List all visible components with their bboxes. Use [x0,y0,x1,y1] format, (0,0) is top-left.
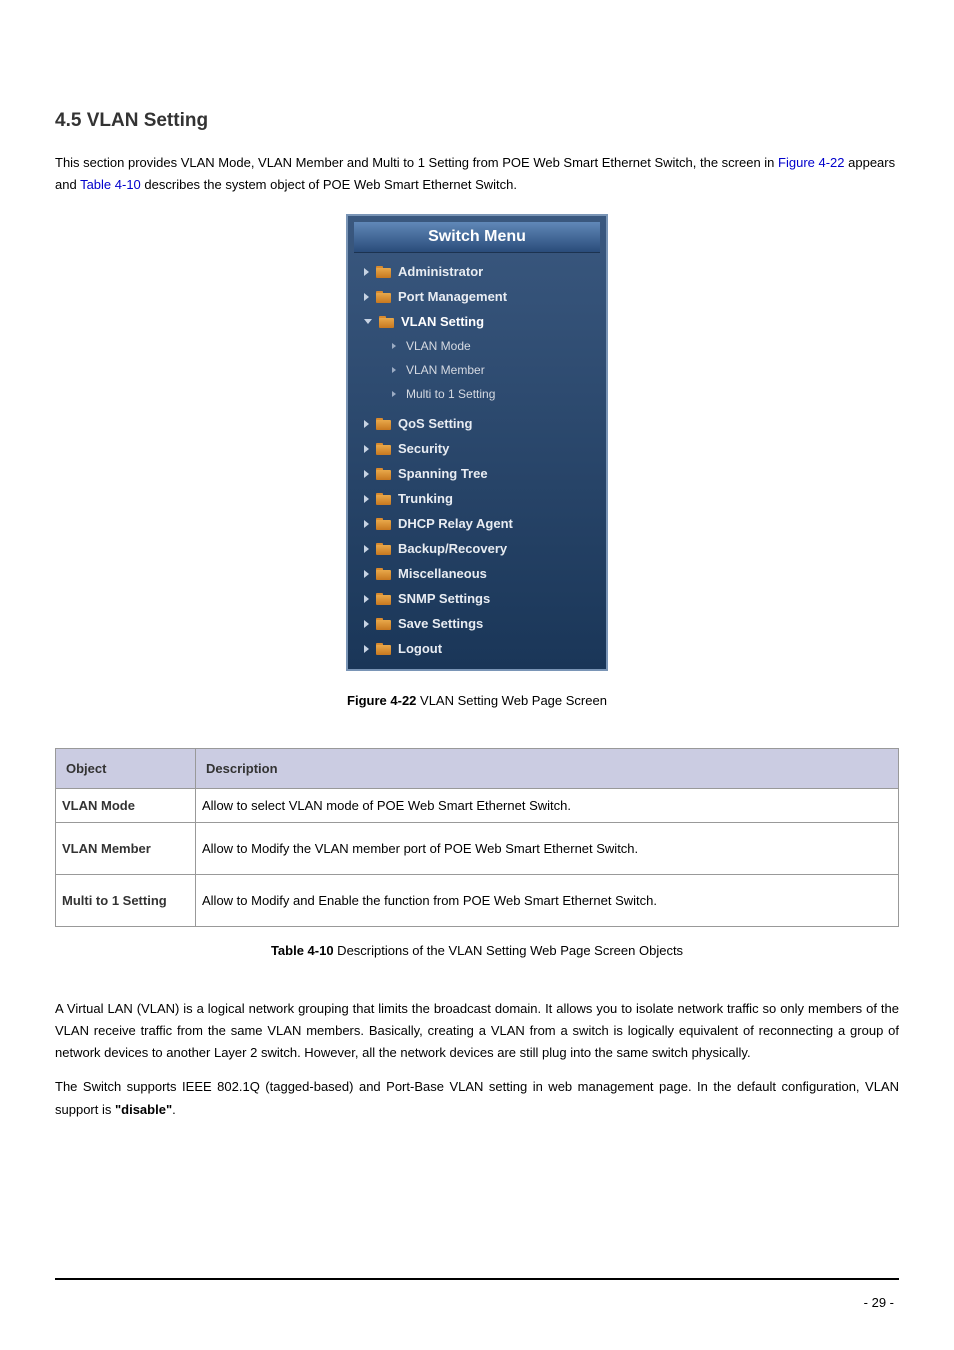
folder-icon [376,518,391,530]
table-row: VLAN Mode Allow to select VLAN mode of P… [56,789,899,823]
menu-item-logout[interactable]: Logout [354,636,600,661]
intro-text-3: describes the system object of POE Web S… [141,177,517,192]
submenu-item-label: VLAN Mode [406,339,471,353]
chevron-right-icon [364,545,369,553]
table-cell-object: Multi to 1 Setting [56,875,196,927]
page-footer-rule [55,1278,899,1280]
menu-item-label: Port Management [398,289,507,304]
table-caption-bold: Table 4-10 [271,943,334,958]
folder-icon [376,266,391,278]
folder-icon [376,291,391,303]
folder-icon [376,418,391,430]
menu-item-label: VLAN Setting [401,314,484,329]
para2-bold: "disable" [115,1102,172,1117]
menu-item-security[interactable]: Security [354,436,600,461]
folder-icon [376,593,391,605]
menu-item-label: Administrator [398,264,483,279]
description-table: Object Description VLAN Mode Allow to se… [55,748,899,927]
chevron-down-icon [364,319,372,324]
figure-caption-bold: Figure 4-22 [347,693,416,708]
figure-ref-link[interactable]: Figure 4-22 [778,155,844,170]
chevron-right-icon [364,570,369,578]
section-heading: 4.5 VLAN Setting [55,110,899,132]
submenu-item-label: Multi to 1 Setting [406,387,495,401]
chevron-right-icon [392,391,396,397]
chevron-right-icon [364,293,369,301]
menu-item-label: Security [398,441,449,456]
menu-item-label: Save Settings [398,616,483,631]
chevron-right-icon [392,343,396,349]
menu-item-port-management[interactable]: Port Management [354,284,600,309]
chevron-right-icon [364,520,369,528]
table-cell-description: Allow to Modify and Enable the function … [196,875,899,927]
menu-item-vlan-setting[interactable]: VLAN Setting [354,309,600,334]
table-caption: Table 4-10 Descriptions of the VLAN Sett… [55,943,899,958]
table-cell-description: Allow to Modify the VLAN member port of … [196,823,899,875]
chevron-right-icon [364,470,369,478]
table-ref-link[interactable]: Table 4-10 [80,177,141,192]
menu-item-label: Spanning Tree [398,466,488,481]
chevron-right-icon [364,495,369,503]
table-cell-object: VLAN Mode [56,789,196,823]
menu-item-qos-setting[interactable]: QoS Setting [354,411,600,436]
folder-icon [376,618,391,630]
vlan-support-paragraph: The Switch supports IEEE 802.1Q (tagged-… [55,1076,899,1120]
table-row: Multi to 1 Setting Allow to Modify and E… [56,875,899,927]
submenu-item-label: VLAN Member [406,363,485,377]
menu-item-spanning-tree[interactable]: Spanning Tree [354,461,600,486]
folder-icon [376,543,391,555]
chevron-right-icon [364,445,369,453]
chevron-right-icon [364,420,369,428]
menu-item-label: Trunking [398,491,453,506]
vlan-description-paragraph: A Virtual LAN (VLAN) is a logical networ… [55,998,899,1064]
table-header-description: Description [196,749,899,789]
menu-item-administrator[interactable]: Administrator [354,259,600,284]
folder-icon [376,493,391,505]
page-number: - 29 - [864,1295,894,1310]
chevron-right-icon [392,367,396,373]
table-row: VLAN Member Allow to Modify the VLAN mem… [56,823,899,875]
menu-item-dhcp-relay-agent[interactable]: DHCP Relay Agent [354,511,600,536]
intro-paragraph: This section provides VLAN Mode, VLAN Me… [55,152,899,196]
table-cell-object: VLAN Member [56,823,196,875]
chevron-right-icon [364,620,369,628]
folder-icon [376,468,391,480]
menu-item-label: QoS Setting [398,416,472,431]
menu-item-backup-recovery[interactable]: Backup/Recovery [354,536,600,561]
table-caption-rest: Descriptions of the VLAN Setting Web Pag… [334,943,684,958]
menu-item-snmp-settings[interactable]: SNMP Settings [354,586,600,611]
menu-item-label: Miscellaneous [398,566,487,581]
menu-item-miscellaneous[interactable]: Miscellaneous [354,561,600,586]
folder-icon [376,443,391,455]
para2-part1: The Switch supports IEEE 802.1Q (tagged-… [55,1079,899,1116]
folder-icon [376,568,391,580]
folder-icon [376,643,391,655]
menu-item-save-settings[interactable]: Save Settings [354,611,600,636]
menu-item-trunking[interactable]: Trunking [354,486,600,511]
para2-part2: . [172,1102,176,1117]
folder-icon [379,316,394,328]
menu-list: Administrator Port Management VLAN Setti… [348,255,606,661]
submenu-list: VLAN Mode VLAN Member Multi to 1 Setting [354,334,600,411]
submenu-item-multi-to-1[interactable]: Multi to 1 Setting [354,382,600,406]
menu-item-label: SNMP Settings [398,591,490,606]
chevron-right-icon [364,268,369,276]
figure-caption-rest: VLAN Setting Web Page Screen [416,693,607,708]
table-header-object: Object [56,749,196,789]
menu-item-label: DHCP Relay Agent [398,516,513,531]
menu-item-label: Backup/Recovery [398,541,507,556]
table-cell-description: Allow to select VLAN mode of POE Web Sma… [196,789,899,823]
chevron-right-icon [364,595,369,603]
menu-header: Switch Menu [354,222,600,253]
menu-item-label: Logout [398,641,442,656]
intro-text-1: This section provides VLAN Mode, VLAN Me… [55,155,778,170]
figure-caption: Figure 4-22 VLAN Setting Web Page Screen [55,693,899,708]
switch-menu-panel: Switch Menu Administrator Port Managemen… [346,214,608,671]
menu-header-label: Switch Menu [428,228,526,245]
submenu-item-vlan-member[interactable]: VLAN Member [354,358,600,382]
submenu-item-vlan-mode[interactable]: VLAN Mode [354,334,600,358]
chevron-right-icon [364,645,369,653]
